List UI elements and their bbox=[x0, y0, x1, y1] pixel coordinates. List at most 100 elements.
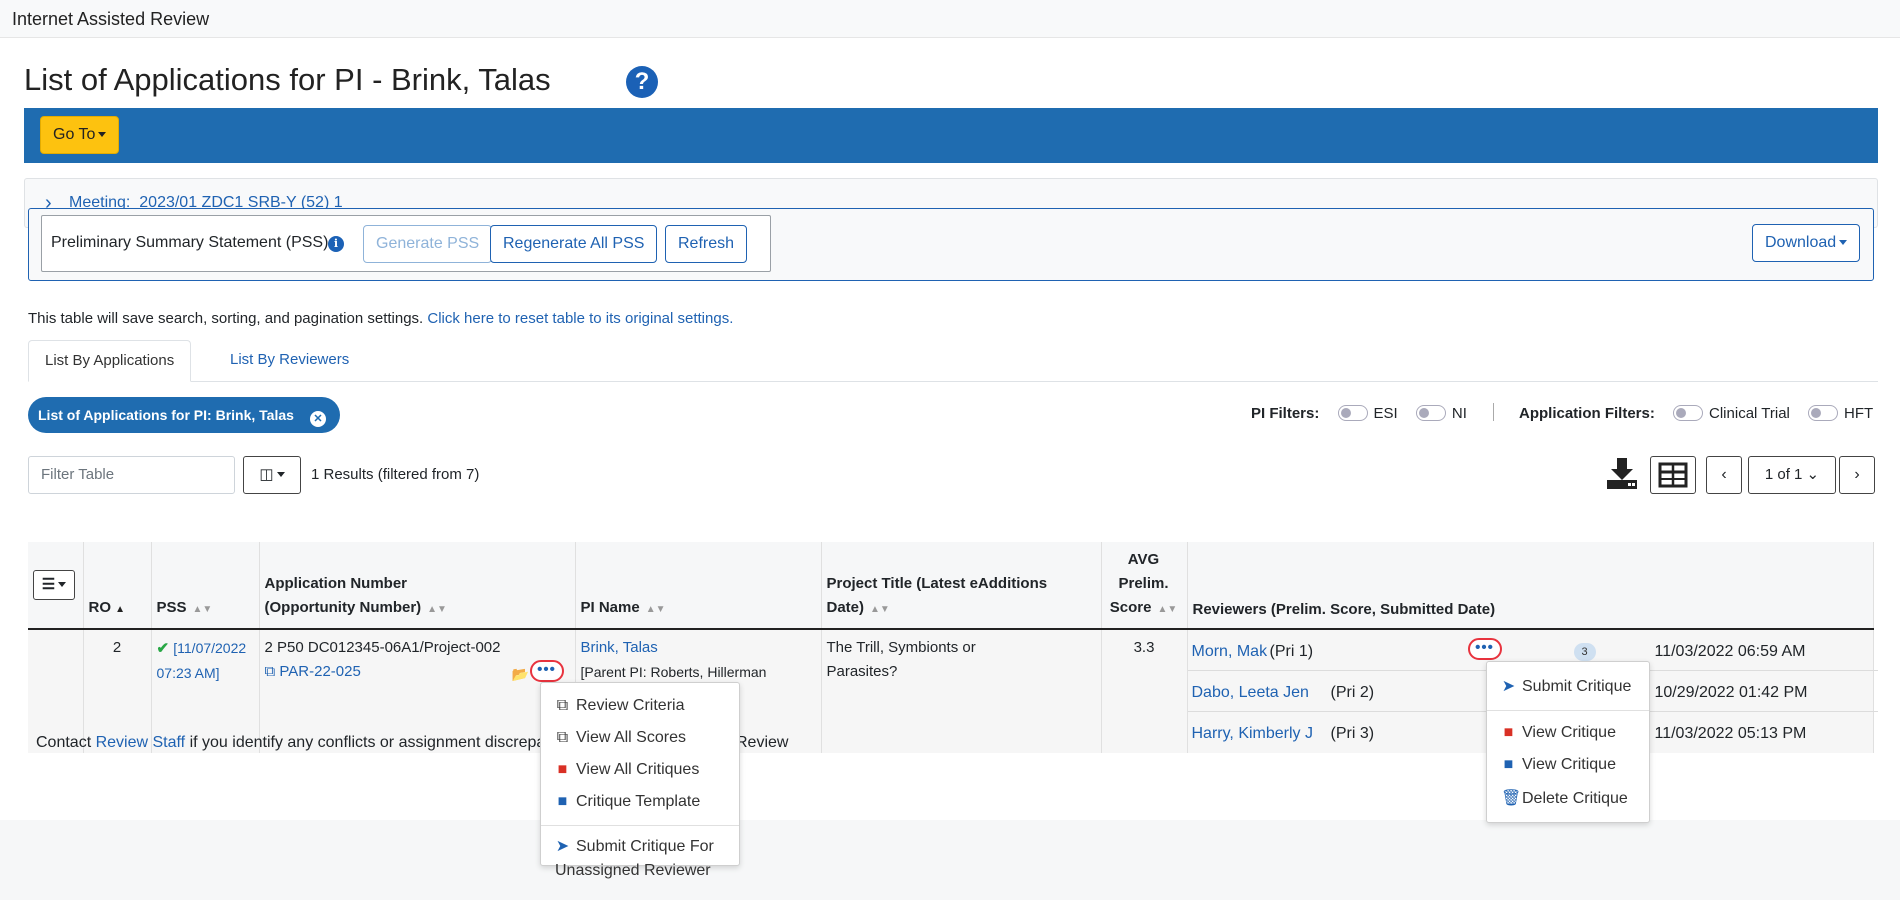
note-text: This table will save search, sorting, an… bbox=[28, 310, 424, 327]
pss-header[interactable]: PSS ▲▼ bbox=[151, 542, 260, 630]
filter-table-input[interactable]: Filter Table bbox=[28, 456, 235, 494]
regenerate-all-pss-button[interactable]: Regenerate All PSS bbox=[490, 225, 658, 263]
pdf-icon: ■ bbox=[1503, 724, 1514, 741]
menu-item-critique-template[interactable]: ■ Critique Template bbox=[555, 793, 701, 811]
tab-list-by-reviewers[interactable]: List By Reviewers bbox=[214, 340, 365, 382]
goto-dropdown-button[interactable]: Go To bbox=[40, 116, 120, 154]
submitted-date: 11/03/2022 06:59 AM bbox=[1654, 643, 1806, 660]
contact-note: Contact Review Staff if you identify any… bbox=[36, 734, 788, 752]
reset-table-link[interactable]: Click here to reset table to its origina… bbox=[427, 310, 733, 327]
caret-down-icon bbox=[1839, 240, 1848, 245]
folder-icon[interactable]: 📂 bbox=[512, 662, 529, 686]
word-doc-icon: ■ bbox=[557, 793, 568, 810]
hft-label: HFT bbox=[1844, 405, 1874, 422]
column-toggle-button[interactable]: ◫ bbox=[243, 456, 301, 494]
tab-list-by-applications[interactable]: List By Applications bbox=[28, 340, 192, 382]
external-link-icon: ⧉ bbox=[264, 663, 276, 680]
menu-item-view-all-scores[interactable]: ⧉ View All Scores bbox=[555, 729, 686, 747]
prev-page-button[interactable]: ‹ bbox=[1706, 456, 1742, 494]
menu-item-label: View All Critiques bbox=[576, 761, 700, 778]
menu-item-submit-critique-unassigned[interactable]: ➤ Submit Critique For Unassigned Reviewer bbox=[555, 835, 714, 883]
avg-score-cell: 3.3 bbox=[1101, 629, 1188, 753]
menu-item-submit-critique[interactable]: ➤ Submit Critique bbox=[1501, 676, 1632, 696]
download-dropdown-button[interactable]: Download bbox=[1752, 224, 1861, 262]
next-page-button[interactable]: › bbox=[1839, 456, 1875, 494]
parent-pi: [Parent PI: Roberts, Hillerman bbox=[580, 664, 767, 680]
footer-suffix: Review bbox=[736, 734, 789, 751]
table-view-button[interactable] bbox=[1650, 456, 1696, 494]
pss-panel: Preliminary Summary Statement (PSS) i Ge… bbox=[28, 208, 1874, 281]
application-actions-button[interactable]: ••• bbox=[529, 660, 564, 682]
app-title: Internet Assisted Review bbox=[12, 9, 210, 29]
hamburger-menu-button[interactable]: ☰ bbox=[33, 570, 75, 600]
pi-name-link[interactable]: Brink, Talas bbox=[581, 639, 658, 656]
reviewer-actions-menu: ➤ Submit Critique ■ View Critique ■ View Cr… bbox=[1486, 661, 1650, 823]
refresh-button[interactable]: Refresh bbox=[665, 225, 748, 263]
pi-filters: PI Filters: ESI NI bbox=[1251, 405, 1467, 422]
trash-icon: 🗑 bbox=[1501, 790, 1522, 807]
application-filters: Application Filters: Clinical Trial HFT bbox=[1519, 405, 1873, 422]
avg-header-line3: Score bbox=[1109, 599, 1152, 616]
opportunity-number: PAR-22-025 bbox=[279, 663, 361, 680]
avg-score-header[interactable]: AVG Prelim. Score ▲▼ bbox=[1101, 542, 1188, 630]
close-icon[interactable]: ✕ bbox=[309, 411, 326, 427]
info-icon[interactable]: i bbox=[328, 236, 344, 252]
esi-toggle[interactable] bbox=[1337, 405, 1368, 421]
reviewer-role: (Pri 2) bbox=[1330, 684, 1375, 701]
paper-plane-icon: ➤ bbox=[1501, 678, 1516, 695]
page-select[interactable]: 1 of 1 ⌄ bbox=[1748, 456, 1836, 494]
caret-down-icon bbox=[98, 132, 107, 137]
external-link-icon: ⧉ bbox=[556, 697, 569, 714]
menu-item-label: Critique Template bbox=[576, 793, 701, 810]
application-actions-menu: ⧉ Review Criteria ⧉ View All Scores ■ View … bbox=[540, 682, 740, 879]
pi-filters-label: PI Filters: bbox=[1251, 405, 1320, 422]
menu-item-label: Submit Critique bbox=[1522, 678, 1632, 695]
menu-item-view-all-critiques[interactable]: ■ View All Critiques bbox=[555, 761, 700, 779]
pss-time-link[interactable]: 07:23 AM] bbox=[157, 665, 220, 681]
menu-item-label: View Critique bbox=[1522, 756, 1616, 773]
menu-item-label: View Critique bbox=[1522, 724, 1616, 741]
critique-count-badge: 3 bbox=[1573, 643, 1596, 661]
reviewer-name-link[interactable]: Morn, Mak bbox=[1192, 640, 1268, 664]
reviewer-actions-button[interactable]: ••• bbox=[1467, 638, 1502, 660]
reviewer-role: (Pri 1) bbox=[1269, 643, 1314, 660]
menu-item-label-line2: Unassigned Reviewer bbox=[555, 862, 711, 879]
hft-toggle[interactable] bbox=[1808, 405, 1839, 421]
goto-label: Go To bbox=[53, 126, 96, 143]
reviewer-name-link[interactable]: Harry, Kimberly J bbox=[1192, 722, 1314, 746]
application-number-header[interactable]: Application Number (Opportunity Number) ▲▼ bbox=[259, 542, 576, 630]
review-staff-link[interactable]: Review Staff bbox=[96, 734, 186, 751]
generate-pss-button[interactable]: Generate PSS bbox=[363, 225, 493, 263]
app-header: Internet Assisted Review bbox=[0, 0, 1900, 38]
title-header-line2: Date) bbox=[826, 599, 865, 616]
project-title-header[interactable]: Project Title (Latest eAdditions Date) ▲▼ bbox=[821, 542, 1102, 630]
app-number-header-line2: (Opportunity Number) bbox=[264, 599, 422, 616]
pss-label: Preliminary Summary Statement (PSS) bbox=[51, 234, 329, 251]
opportunity-link[interactable]: ⧉ PAR-22-025 bbox=[265, 663, 361, 680]
ro-header[interactable]: RO ▲ bbox=[83, 542, 152, 630]
pi-name-header[interactable]: PI Name ▲▼ bbox=[575, 542, 822, 630]
ni-toggle[interactable] bbox=[1415, 405, 1446, 421]
sort-icon: ▲▼ bbox=[192, 604, 213, 615]
ni-label: NI bbox=[1451, 405, 1467, 422]
menu-item-view-critique-pdf[interactable]: ■ View Critique bbox=[1501, 724, 1616, 742]
help-icon[interactable]: ? bbox=[626, 66, 658, 98]
menu-item-label: Review Criteria bbox=[576, 697, 685, 714]
project-title-line1: The Trill, Symbionts or bbox=[826, 639, 976, 656]
menu-item-review-criteria[interactable]: ⧉ Review Criteria bbox=[555, 697, 685, 715]
menu-item-delete-critique[interactable]: 🗑Delete Critique bbox=[1501, 788, 1628, 808]
project-title-cell: The Trill, Symbionts or Parasites? bbox=[821, 629, 1102, 753]
menu-item-view-critique-word[interactable]: ■ View Critique bbox=[1501, 756, 1616, 774]
menu-divider bbox=[1487, 710, 1649, 711]
reviewer-name-link[interactable]: Dabo, Leeta Jen bbox=[1192, 681, 1309, 705]
results-count: 1 Results (filtered from 7) bbox=[311, 466, 480, 483]
check-circle-icon: ✔ bbox=[156, 640, 170, 657]
clinical-trial-toggle[interactable] bbox=[1673, 405, 1704, 421]
paper-plane-icon: ➤ bbox=[555, 838, 570, 855]
pss-date-link[interactable]: [11/07/2022 bbox=[173, 640, 246, 656]
caret-down-icon bbox=[58, 582, 67, 587]
download-icon[interactable] bbox=[1606, 456, 1638, 490]
menu-item-label: View All Scores bbox=[576, 729, 686, 746]
reviewers-header-label: Reviewers (Prelim. Score, Submitted Date… bbox=[1192, 601, 1496, 618]
action-bar: Go To bbox=[24, 108, 1878, 163]
